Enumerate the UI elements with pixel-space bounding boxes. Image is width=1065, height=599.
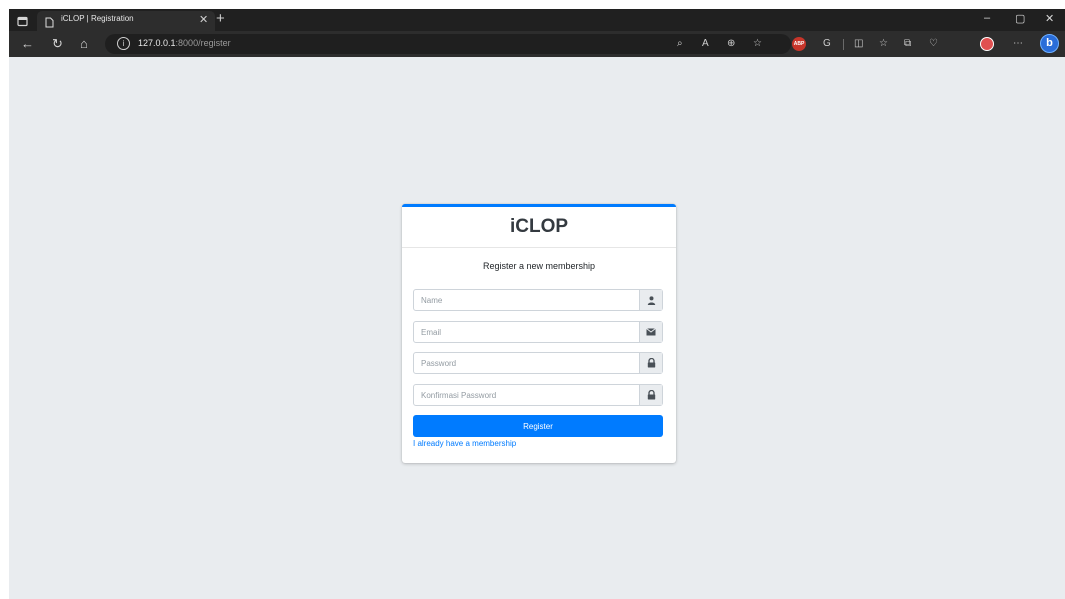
adblock-plus-icon[interactable]: ABP [792,37,806,51]
password-field [413,352,663,374]
sidebar-toggle-icon[interactable] [17,14,28,32]
tab-registration[interactable]: iCLOP | Registration ✕ [37,11,215,31]
tab-bar: iCLOP | Registration ✕ + – ▢ ✕ [9,9,1065,31]
register-message: Register a new membership [482,261,596,271]
register-card: iCLOP Register a new membership Name Ema… [402,204,676,463]
collections-icon[interactable]: ⧉ [904,37,911,50]
address-bar: ← ↻ ⌂ i 127.0.0.1:8000/register ⌕ A ⊕ ☆ … [9,31,1065,57]
envelope-icon [639,322,662,342]
profile-avatar-icon[interactable] [980,37,994,51]
register-button[interactable]: Register [413,415,663,437]
restore-icon[interactable]: ▢ [1015,12,1025,25]
url-path: :8000/register [175,38,231,48]
login-link[interactable]: I already have a membership [413,439,516,448]
password-input[interactable] [414,353,641,373]
email-input[interactable] [414,322,641,342]
confirm-password-input[interactable] [414,385,641,405]
split-screen-icon[interactable]: ◫ [854,37,863,50]
more-options-icon[interactable]: ⋯ [1013,37,1023,50]
card-header: iCLOP [402,207,676,248]
browser-window: iCLOP | Registration ✕ + – ▢ ✕ ← ↻ ⌂ i 1… [9,9,1065,599]
tab-title: iCLOP | Registration [61,14,134,23]
user-icon [639,290,662,310]
url-text: 127.0.0.1:8000/register [138,38,231,48]
lock-icon [639,353,662,373]
confirm-password-field [413,384,663,406]
brand-logo[interactable]: iCLOP [510,216,568,238]
bing-icon[interactable]: b [1040,34,1059,53]
name-input[interactable] [414,290,641,310]
url-field[interactable]: i 127.0.0.1:8000/register [105,34,791,54]
browser-essentials-icon[interactable]: ♡ [929,37,938,50]
read-aloud-icon[interactable]: ⌕ [677,37,683,50]
back-icon[interactable]: ← [21,36,34,52]
text-size-icon[interactable]: A [702,37,709,50]
close-window-icon[interactable]: ✕ [1045,12,1054,25]
favorite-star-icon[interactable]: ☆ [753,37,762,50]
favorites-icon[interactable]: ☆ [879,37,888,50]
minimize-icon[interactable]: – [984,12,990,24]
zoom-icon[interactable]: ⊕ [727,37,735,50]
lock-icon [639,385,662,405]
url-host: 127.0.0.1 [138,38,176,48]
name-field [413,289,663,311]
home-icon[interactable]: ⌂ [80,36,88,52]
refresh-icon[interactable]: ↻ [52,36,63,52]
email-field [413,321,663,343]
extension-icon[interactable]: G [823,37,831,50]
toolbar-divider [843,39,844,50]
info-icon[interactable]: i [117,37,130,50]
close-tab-icon[interactable]: ✕ [199,13,208,26]
new-tab-icon[interactable]: + [216,10,225,28]
